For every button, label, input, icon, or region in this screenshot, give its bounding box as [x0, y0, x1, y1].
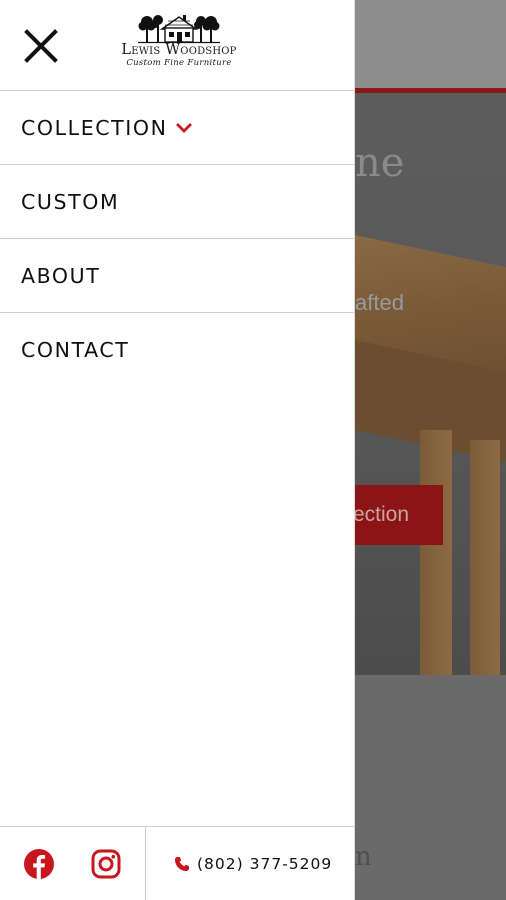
woodshop-logo-icon	[138, 15, 220, 44]
background-lower-text: n	[355, 842, 372, 872]
menu-item-collection[interactable]: COLLECTION	[0, 91, 354, 165]
menu-item-label: CONTACT	[21, 338, 130, 362]
background-accent-line	[355, 88, 506, 93]
background-subtext: afted	[355, 290, 404, 315]
instagram-link[interactable]	[89, 847, 123, 881]
phone-number: (802) 377-5209	[197, 854, 333, 873]
logo-title: Lewis Woodshop	[121, 42, 237, 58]
background-table-leg	[420, 430, 452, 675]
background-collection-button: ection	[355, 485, 443, 545]
phone-icon	[175, 856, 189, 871]
close-icon	[24, 29, 58, 63]
menu-item-label: COLLECTION	[21, 115, 168, 140]
menu-item-label: CUSTOM	[21, 189, 120, 214]
site-logo[interactable]: Lewis Woodshop Custom Fine Furniture	[102, 12, 256, 78]
drawer-footer: (802) 377-5209	[0, 826, 355, 900]
facebook-link[interactable]	[22, 847, 56, 881]
social-links	[0, 827, 146, 900]
logo-tagline: Custom Fine Furniture	[126, 58, 232, 68]
menu-item-label: ABOUT	[21, 263, 101, 288]
menu-item-contact[interactable]: CONTACT	[0, 313, 354, 387]
chevron-down-icon[interactable]	[175, 122, 192, 134]
menu-item-about[interactable]: ABOUT	[0, 239, 354, 313]
background-heading: ne	[355, 140, 405, 186]
instagram-icon	[91, 849, 121, 879]
facebook-icon	[24, 849, 55, 879]
drawer-header: Lewis Woodshop Custom Fine Furniture	[0, 0, 354, 91]
background-table-leg	[470, 440, 500, 675]
nav-drawer: Lewis Woodshop Custom Fine Furniture COL…	[0, 0, 355, 900]
phone-link[interactable]: (802) 377-5209	[146, 827, 355, 900]
close-button[interactable]	[24, 29, 58, 63]
menu-item-custom[interactable]: CUSTOM	[0, 165, 354, 239]
